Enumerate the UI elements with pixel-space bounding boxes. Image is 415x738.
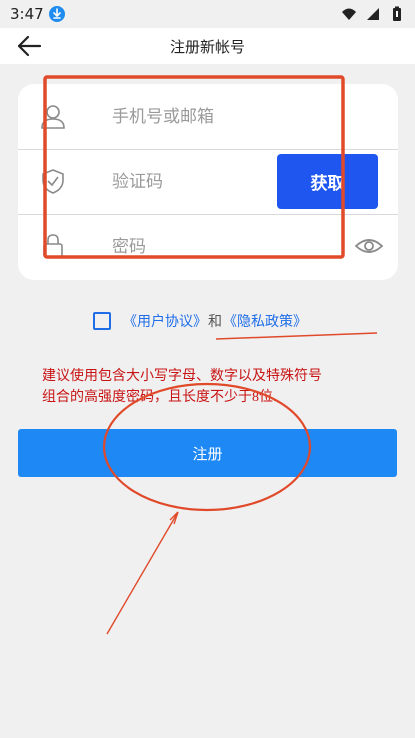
download-icon — [49, 6, 65, 22]
wifi-icon — [341, 6, 357, 22]
user-agreement-link[interactable]: 《用户协议》 — [123, 311, 207, 331]
password-hint-line2: 组合的高强度密码，且长度不少于8位. — [42, 390, 277, 405]
password-row — [18, 214, 398, 279]
password-input[interactable] — [110, 232, 284, 262]
register-form-card: 获取 — [18, 84, 398, 280]
status-icons — [341, 6, 405, 22]
agreement-row: 《用户协议》 和 《隐私政策》 — [93, 310, 307, 332]
status-time: 3:47 — [10, 5, 44, 23]
agreement-checkbox[interactable] — [93, 312, 111, 330]
verification-code-input[interactable] — [110, 167, 284, 197]
password-hint-line1: 建议使用包含大小写字母、数字以及特殊符号 — [42, 369, 322, 384]
get-code-button[interactable]: 获取 — [277, 154, 378, 209]
top-app-bar: 注册新帐号 — [0, 28, 415, 64]
user-icon — [40, 103, 66, 129]
phone-row — [18, 84, 398, 149]
page-title: 注册新帐号 — [169, 38, 245, 56]
eye-icon[interactable] — [354, 234, 384, 258]
password-hint: 建议使用包含大小写字母、数字以及特殊符号 组合的高强度密码，且长度不少于8位. — [42, 366, 382, 408]
register-button[interactable]: 注册 — [18, 429, 397, 477]
status-bar: 3:47 — [0, 0, 415, 28]
shield-icon — [40, 168, 66, 194]
lock-icon — [40, 233, 66, 259]
signal-icon — [365, 6, 381, 22]
battery-icon — [389, 6, 405, 22]
phone-email-input[interactable] — [110, 102, 284, 132]
and-text: 和 — [208, 314, 222, 330]
privacy-policy-link[interactable]: 《隐私政策》 — [223, 311, 307, 331]
